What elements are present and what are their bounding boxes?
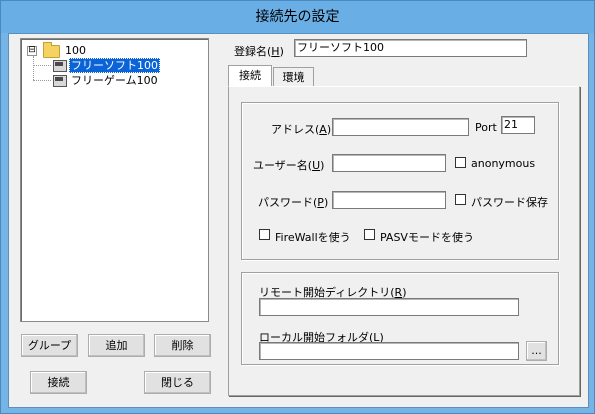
tab-environment[interactable]: 環境: [273, 67, 314, 87]
tree-connector-line: [33, 56, 34, 80]
computer-icon: [53, 75, 67, 87]
username-field[interactable]: [332, 154, 446, 172]
save-password-checkbox[interactable]: [455, 194, 466, 205]
address-label: アドレス(A): [271, 123, 332, 136]
tab-connection[interactable]: 接続: [228, 65, 272, 87]
tree-root-label: 100: [65, 44, 86, 57]
save-password-label: パスワード保存: [471, 196, 548, 209]
connection-tree[interactable]: ⊟ 100 フリーソフト100 フリーゲーム100: [20, 38, 209, 322]
tree-connector-line: [33, 65, 51, 66]
firewall-checkbox[interactable]: [259, 229, 270, 240]
registration-name-field[interactable]: フリーソフト100: [294, 39, 527, 57]
pasv-checkbox[interactable]: [364, 229, 375, 240]
anonymous-label: anonymous: [471, 157, 536, 170]
tree-item-label: フリーソフト100: [69, 58, 160, 73]
title-bar[interactable]: 接続先の設定: [1, 1, 594, 33]
pasv-label: PASVモードを使う: [380, 231, 474, 244]
collapse-icon[interactable]: ⊟: [27, 46, 37, 56]
tree-connector-line: [33, 80, 51, 81]
dialog-body: ⊟ 100 フリーソフト100 フリーゲーム100 グループ 追加 削除 接続 …: [8, 33, 589, 408]
close-button[interactable]: 閉じる: [144, 371, 211, 394]
anonymous-checkbox[interactable]: [455, 157, 466, 168]
delete-button[interactable]: 削除: [154, 334, 211, 357]
port-field[interactable]: 21: [501, 116, 535, 134]
remote-directory-field[interactable]: [259, 298, 519, 316]
firewall-label: FireWallを使う: [275, 231, 351, 244]
add-button[interactable]: 追加: [88, 334, 145, 357]
dialog-window: 接続先の設定 ⊟ 100 フリーソフト100 フリーゲーム100 グループ 追加…: [0, 0, 595, 414]
browse-button[interactable]: ...: [526, 341, 547, 361]
local-folder-field[interactable]: [259, 342, 519, 360]
address-field[interactable]: [332, 118, 469, 136]
folder-icon: [43, 42, 60, 58]
computer-icon: [53, 60, 67, 72]
registration-name-label: 登録名(H): [234, 45, 284, 58]
port-label: Port: [475, 121, 497, 134]
tree-item-freesoft[interactable]: フリーソフト100: [53, 58, 183, 73]
window-title: 接続先の設定: [255, 9, 340, 25]
tree-item-freegame[interactable]: フリーゲーム100: [53, 73, 183, 88]
tree-root-item[interactable]: ⊟ 100: [27, 42, 177, 58]
password-field[interactable]: [332, 191, 446, 209]
connect-button[interactable]: 接続: [30, 371, 87, 394]
tree-item-label: フリーゲーム100: [71, 74, 158, 87]
username-label: ユーザー名(U): [253, 159, 325, 172]
group-button[interactable]: グループ: [21, 334, 78, 357]
password-label: パスワード(P): [258, 196, 329, 209]
